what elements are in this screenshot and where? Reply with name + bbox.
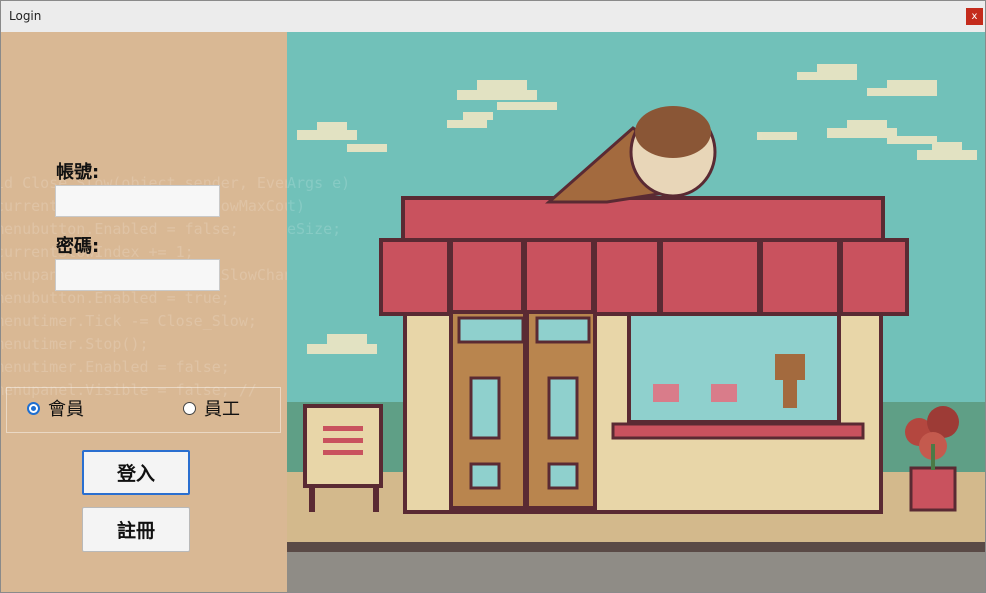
title-bar: Login x <box>1 1 985 33</box>
code-line: menutimer.Stop(); <box>1 335 149 353</box>
password-input[interactable] <box>55 259 220 291</box>
register-button[interactable]: 註冊 <box>82 507 190 552</box>
code-line: menubutton.Enabled = false; <box>1 220 239 238</box>
radio-member-dot[interactable] <box>27 401 40 415</box>
login-button[interactable]: 登入 <box>82 450 190 495</box>
shop-roof <box>401 196 885 242</box>
login-panel: id Close_Slow(object sender, EventArgs e… <box>1 32 287 592</box>
window-title: Login <box>9 9 42 23</box>
radio-staff-label: 員工 <box>204 399 240 420</box>
shop-door <box>449 310 597 510</box>
radio-staff-dot[interactable] <box>183 401 196 415</box>
radio-member[interactable]: 會員 <box>27 395 84 421</box>
account-label: 帳號: <box>56 162 100 183</box>
account-input[interactable] <box>55 185 220 217</box>
awning <box>379 238 909 316</box>
close-button[interactable]: x <box>966 8 983 25</box>
display-window <box>611 312 865 440</box>
code-line: menutimer.Enabled = false; <box>1 358 230 376</box>
radio-member-label: 會員 <box>48 399 84 420</box>
pixel-shop-illustration: Args e)t)eSize; <box>287 32 985 592</box>
street <box>287 552 985 592</box>
login-window: Login x id Close_Slow(object sender, Eve… <box>0 0 986 593</box>
curb <box>287 542 985 552</box>
radio-staff[interactable]: 員工 <box>183 395 240 421</box>
shop-scene-svg <box>287 32 985 592</box>
code-line: menutimer.Tick -= Close_Slow; <box>1 312 257 330</box>
password-label: 密碼: <box>56 236 100 257</box>
